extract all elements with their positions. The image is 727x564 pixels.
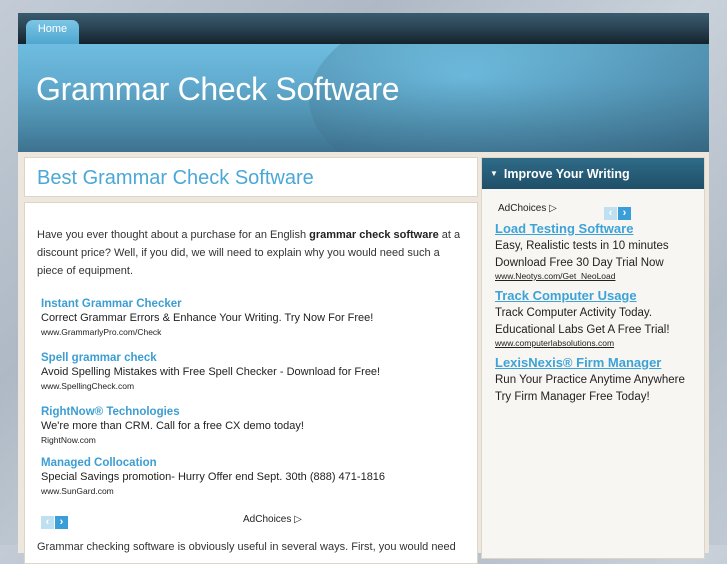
page-wrapper: Home Grammar Check Software Best Grammar… bbox=[18, 13, 709, 564]
ad-title[interactable]: Managed Collocation bbox=[41, 457, 461, 469]
ad-item[interactable]: Managed Collocation Special Savings prom… bbox=[41, 457, 461, 507]
sidebar-heading: ▼ Improve Your Writing bbox=[482, 158, 704, 189]
sidebar: ▼ Improve Your Writing AdChoices ▷ ‹ › Loa… bbox=[481, 157, 705, 559]
adchoices-link[interactable]: AdChoices ▷ bbox=[243, 514, 302, 525]
site-header: Grammar Check Software bbox=[18, 44, 709, 152]
sidebar-ad-url[interactable]: www.Neotys.com/Get_NeoLoad bbox=[495, 271, 695, 281]
nav-home-tab[interactable]: Home bbox=[26, 20, 79, 44]
sidebar-ad-desc: Run Your Practice Anytime Anywhere Try F… bbox=[495, 374, 685, 403]
intro-paragraph: Have you ever thought about a purchase f… bbox=[37, 226, 467, 280]
sidebar-ad-desc: Track Computer Activity Today. Education… bbox=[495, 307, 670, 336]
ad-title[interactable]: Instant Grammar Checker bbox=[41, 298, 461, 310]
sidebar-ad-desc: Easy, Realistic tests in 10 minutes Down… bbox=[495, 240, 669, 269]
sidebar-adchoices-link[interactable]: AdChoices ▷ bbox=[498, 203, 557, 214]
intro-keyword: grammar check software bbox=[309, 229, 439, 241]
ad-desc: We're more than CRM. Call for a free CX … bbox=[41, 420, 304, 432]
site-title[interactable]: Grammar Check Software bbox=[36, 71, 400, 108]
sidebar-ad[interactable]: Load Testing Software Easy, Realistic te… bbox=[495, 220, 695, 281]
sidebar-ad-url[interactable]: www.computerlabsolutions.com bbox=[495, 338, 695, 348]
sidebar-ad-title[interactable]: LexisNexis® Firm Manager bbox=[495, 354, 695, 372]
post-title[interactable]: Best Grammar Check Software bbox=[37, 167, 314, 190]
top-navbar: Home bbox=[18, 13, 709, 44]
body-paragraph: Grammar checking software is obviously u… bbox=[37, 541, 456, 553]
ad-desc: Correct Grammar Errors & Enhance Your Wr… bbox=[41, 312, 374, 324]
sidebar-heading-text: Improve Your Writing bbox=[503, 167, 630, 181]
ad-next-button[interactable]: › bbox=[55, 516, 68, 529]
ad-desc: Avoid Spelling Mistakes with Free Spell … bbox=[41, 366, 381, 378]
ad-url[interactable]: www.SpellingCheck.com bbox=[41, 381, 461, 391]
sidebar-ad-prev-button[interactable]: ‹ bbox=[604, 207, 617, 220]
sidebar-ad-title[interactable]: Load Testing Software bbox=[495, 220, 695, 238]
triangle-down-icon: ▼ bbox=[490, 169, 498, 178]
ad-prev-button[interactable]: ‹ bbox=[41, 516, 54, 529]
ad-title[interactable]: RightNow® Technologies bbox=[41, 406, 461, 418]
post-title-box: Best Grammar Check Software bbox=[24, 157, 478, 197]
ad-pager: ‹ › bbox=[41, 512, 68, 530]
post-content: Have you ever thought about a purchase f… bbox=[24, 202, 478, 564]
ad-item[interactable]: Instant Grammar Checker Correct Grammar … bbox=[41, 298, 461, 352]
sidebar-ad-title[interactable]: Track Computer Usage bbox=[495, 287, 695, 305]
sidebar-ad[interactable]: LexisNexis® Firm Manager Run Your Practi… bbox=[495, 354, 695, 405]
ad-url[interactable]: www.GrammarlyPro.com/Check bbox=[41, 327, 461, 337]
intro-text: Have you ever thought about a purchase f… bbox=[37, 229, 310, 241]
ad-desc: Special Savings promotion- Hurry Offer e… bbox=[41, 471, 386, 483]
ad-item[interactable]: Spell grammar check Avoid Spelling Mista… bbox=[41, 352, 461, 406]
ad-title[interactable]: Spell grammar check bbox=[41, 352, 461, 364]
sidebar-ad-next-button[interactable]: › bbox=[618, 207, 631, 220]
ad-url[interactable]: RightNow.com bbox=[41, 435, 461, 445]
ad-block: Instant Grammar Checker Correct Grammar … bbox=[41, 298, 461, 507]
ad-item[interactable]: RightNow® Technologies We're more than C… bbox=[41, 406, 461, 457]
sidebar-ad-pager: ‹ › bbox=[604, 203, 631, 221]
sidebar-ad-list: Load Testing Software Easy, Realistic te… bbox=[495, 220, 695, 405]
sidebar-ad[interactable]: Track Computer Usage Track Computer Acti… bbox=[495, 287, 695, 348]
ad-url[interactable]: www.SunGard.com bbox=[41, 486, 461, 496]
